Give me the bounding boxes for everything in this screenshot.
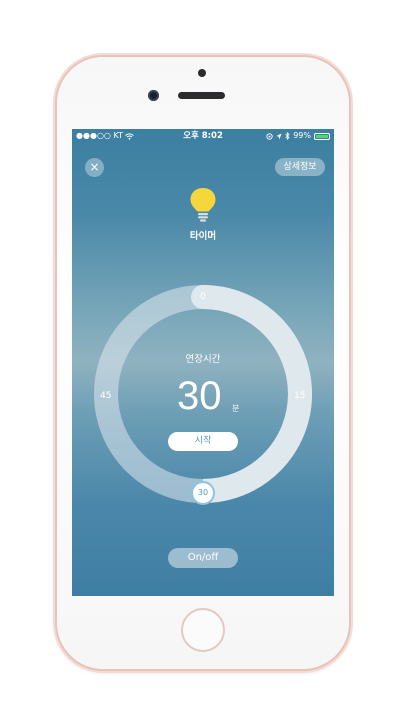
- timer-title: 연장시간: [185, 354, 221, 365]
- dial-label-left: 45: [100, 391, 112, 401]
- onoff-button[interactable]: On/off: [168, 548, 238, 568]
- battery-percent: 99%: [293, 131, 311, 140]
- dial-handle[interactable]: 30: [193, 483, 213, 503]
- close-icon: ×: [89, 160, 100, 174]
- front-camera: [148, 90, 159, 101]
- start-button[interactable]: 시작: [168, 432, 238, 451]
- timer-unit: 분: [232, 404, 240, 413]
- proximity-sensor: [198, 69, 206, 77]
- status-bar: ●●●○○ KT 오후 8:02 99%: [72, 129, 334, 143]
- close-button[interactable]: ×: [85, 158, 104, 177]
- location-icon: [276, 133, 282, 139]
- timer-value: 30: [177, 374, 222, 418]
- lightbulb-icon: [190, 188, 216, 222]
- detail-info-button[interactable]: 상세정보: [275, 158, 325, 176]
- earpiece-speaker: [178, 92, 225, 99]
- bluetooth-icon: [285, 132, 290, 140]
- device-name: 타이머: [189, 231, 217, 242]
- home-button[interactable]: [181, 608, 225, 652]
- lock-rotation-icon: [266, 132, 273, 140]
- app-screen: ●●●○○ KT 오후 8:02 99% × 상세정보 타이머 0 15 45 …: [72, 129, 334, 596]
- battery-icon: [314, 132, 330, 140]
- dial-label-right: 15: [294, 391, 306, 401]
- dial-label-top: 0: [200, 292, 206, 302]
